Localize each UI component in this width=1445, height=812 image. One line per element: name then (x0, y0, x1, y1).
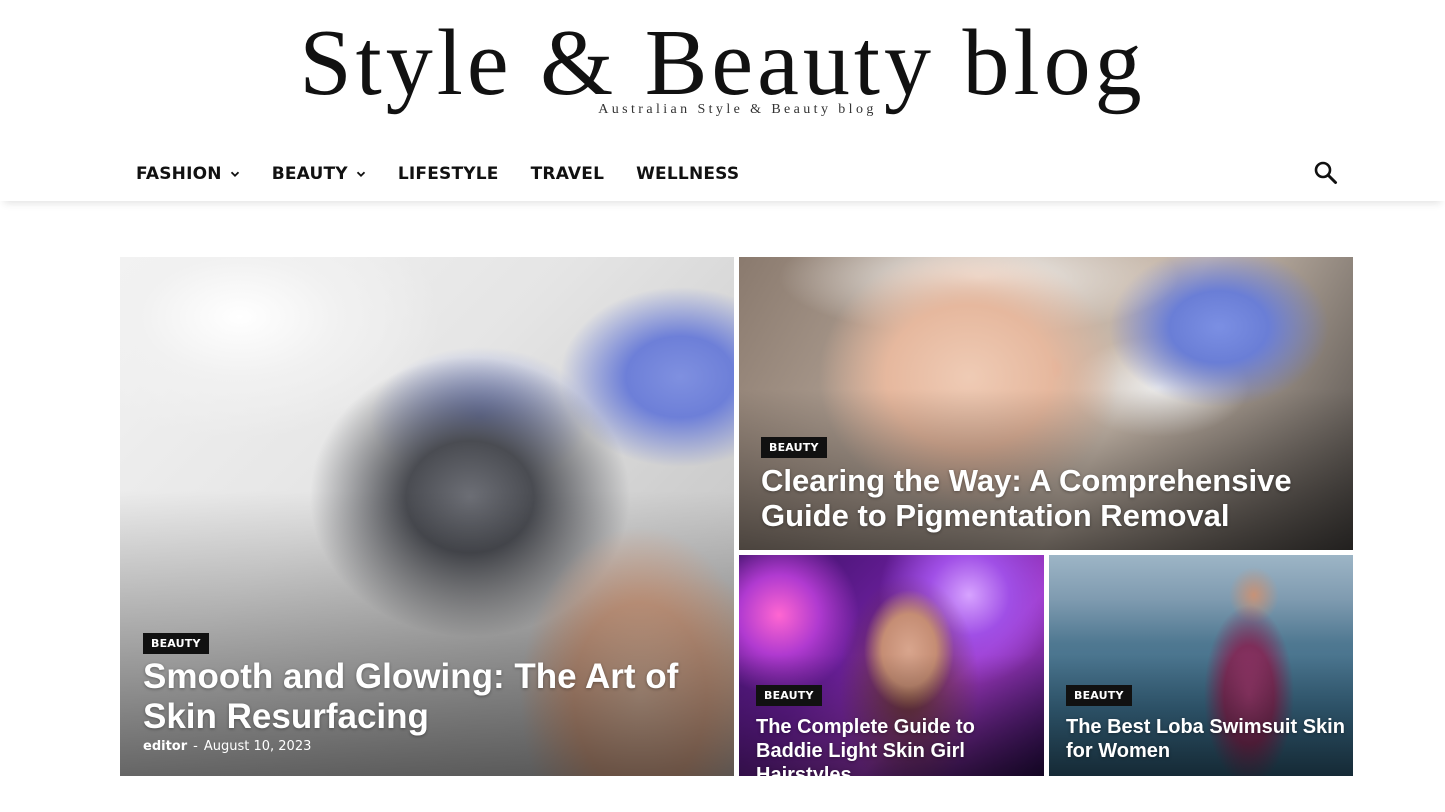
nav-item-label: BEAUTY (271, 163, 348, 184)
featured-post-bottom-right[interactable]: BEAUTY The Best Loba Swimsuit Skin for W… (1049, 555, 1353, 776)
post-title[interactable]: Smooth and Glowing: The Art of Skin Resu… (143, 657, 703, 737)
nav-item-travel[interactable]: TRAVEL (531, 146, 605, 201)
category-badge[interactable]: BEAUTY (1066, 685, 1132, 706)
nav-menu: FASHION BEAUTY LIFESTYLE TRAVEL WELLNESS (136, 146, 771, 201)
nav-item-fashion[interactable]: FASHION (136, 146, 240, 201)
chevron-down-icon (356, 171, 365, 177)
post-author[interactable]: editor (143, 739, 187, 754)
category-badge[interactable]: BEAUTY (756, 685, 822, 706)
nav-item-label: TRAVEL (530, 163, 605, 184)
nav-item-wellness[interactable]: WELLNESS (636, 146, 739, 201)
nav-item-beauty[interactable]: BEAUTY (272, 146, 366, 201)
featured-post-bottom-left[interactable]: BEAUTY The Complete Guide to Baddie Ligh… (739, 555, 1044, 776)
category-badge[interactable]: BEAUTY (143, 633, 209, 654)
featured-post-top-right[interactable]: BEAUTY Clearing the Way: A Comprehensive… (739, 257, 1353, 550)
main-navigation: FASHION BEAUTY LIFESTYLE TRAVEL WELLNESS (0, 146, 1445, 201)
post-title[interactable]: Clearing the Way: A Comprehensive Guide … (761, 463, 1331, 533)
meta-separator: - (193, 739, 198, 754)
featured-post-main[interactable]: BEAUTY Smooth and Glowing: The Art of Sk… (120, 257, 734, 776)
post-title[interactable]: The Complete Guide to Baddie Light Skin … (756, 715, 1036, 776)
nav-item-label: FASHION (136, 163, 222, 184)
search-icon (1314, 161, 1337, 184)
nav-item-lifestyle[interactable]: LIFESTYLE (398, 146, 499, 201)
nav-item-label: WELLNESS (636, 163, 740, 184)
site-tagline: Australian Style & Beauty blog (598, 102, 877, 117)
chevron-down-icon (230, 171, 239, 177)
site-logo[interactable]: Style & Beauty blog Australian Style & B… (0, 0, 1445, 140)
search-button[interactable] (1313, 160, 1339, 186)
post-date: August 10, 2023 (203, 739, 312, 754)
post-title[interactable]: The Best Loba Swimsuit Skin for Women (1066, 715, 1346, 763)
post-meta: editor - August 10, 2023 (143, 739, 311, 754)
category-badge[interactable]: BEAUTY (761, 437, 827, 458)
nav-item-label: LIFESTYLE (397, 163, 499, 184)
